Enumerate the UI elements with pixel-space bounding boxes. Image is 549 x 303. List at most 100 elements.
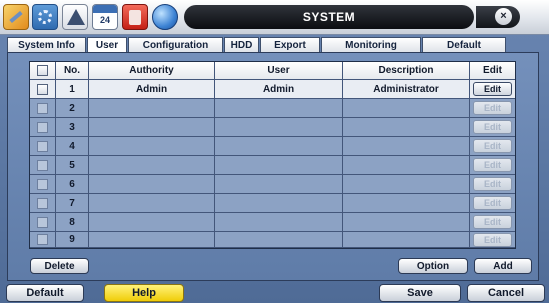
edit-button: Edit — [473, 101, 512, 115]
header-description: Description — [343, 62, 470, 80]
close-button[interactable]: × — [476, 6, 520, 28]
row-authority — [89, 232, 215, 248]
gear-icon[interactable] — [32, 4, 58, 30]
help-button[interactable]: Help — [104, 284, 184, 302]
row-checkbox[interactable] — [37, 140, 48, 152]
table-row[interactable]: 6 Edit — [30, 175, 515, 194]
row-authority — [89, 213, 215, 232]
table-row[interactable]: 3 Edit — [30, 118, 515, 137]
edit-button: Edit — [473, 139, 512, 153]
row-edit-cell: Edit — [470, 156, 515, 175]
row-edit-cell: Edit — [470, 213, 515, 232]
tools-icon[interactable] — [3, 4, 29, 30]
system-window: 24 SYSTEM × System Info User Configurati… — [0, 0, 549, 303]
top-toolbar: 24 SYSTEM × — [0, 0, 549, 35]
header-edit: Edit — [470, 62, 515, 80]
select-all-cell — [30, 62, 56, 80]
edit-button: Edit — [473, 120, 512, 134]
row-authority — [89, 118, 215, 137]
row-checkbox-cell — [30, 194, 56, 213]
row-edit-cell: Edit — [470, 137, 515, 156]
table-row[interactable]: 7 Edit — [30, 194, 515, 213]
tab-user[interactable]: User — [87, 37, 127, 52]
tab-configuration[interactable]: Configuration — [128, 37, 223, 52]
row-no: 7 — [56, 194, 89, 213]
edit-button: Edit — [473, 215, 512, 229]
tab-system-info[interactable]: System Info — [7, 37, 86, 52]
save-button[interactable]: Save — [379, 284, 461, 302]
row-user: Admin — [215, 80, 343, 99]
row-user — [215, 232, 343, 248]
row-checkbox[interactable] — [37, 83, 48, 95]
row-checkbox[interactable] — [37, 216, 48, 228]
default-button[interactable]: Default — [6, 284, 84, 302]
select-all-checkbox[interactable] — [37, 65, 48, 76]
row-user — [215, 175, 343, 194]
table-row[interactable]: 1 Admin Admin Administrator Edit — [30, 80, 515, 99]
row-edit-cell: Edit — [470, 80, 515, 99]
calendar-day: 24 — [99, 15, 110, 25]
row-user — [215, 99, 343, 118]
row-authority — [89, 175, 215, 194]
row-user — [215, 118, 343, 137]
table-header: No. Authority User Description Edit — [30, 62, 515, 80]
calendar-icon[interactable]: 24 — [92, 4, 118, 30]
delete-button[interactable]: Delete — [30, 258, 89, 274]
table-row[interactable]: 5 Edit — [30, 156, 515, 175]
tab-monitoring[interactable]: Monitoring — [321, 37, 421, 52]
row-checkbox-cell — [30, 175, 56, 194]
edit-button: Edit — [473, 158, 512, 172]
row-checkbox[interactable] — [37, 159, 48, 171]
edit-button: Edit — [473, 177, 512, 191]
table-row[interactable]: 4 Edit — [30, 137, 515, 156]
row-edit-cell: Edit — [470, 118, 515, 137]
row-no: 9 — [56, 232, 89, 248]
tab-hdd[interactable]: HDD — [224, 37, 259, 52]
row-checkbox[interactable] — [37, 197, 48, 209]
option-button[interactable]: Option — [398, 258, 468, 274]
row-description — [343, 194, 470, 213]
row-user — [215, 213, 343, 232]
row-description: Administrator — [343, 80, 470, 99]
row-authority — [89, 99, 215, 118]
header-authority: Authority — [89, 62, 215, 80]
row-checkbox[interactable] — [37, 234, 48, 245]
row-no: 1 — [56, 80, 89, 99]
row-no: 2 — [56, 99, 89, 118]
table-row[interactable]: 8 Edit — [30, 213, 515, 232]
table-row[interactable]: 2 Edit — [30, 99, 515, 118]
row-checkbox[interactable] — [37, 102, 48, 114]
row-authority: Admin — [89, 80, 215, 99]
alarm-icon[interactable] — [62, 4, 88, 30]
row-description — [343, 99, 470, 118]
record-icon[interactable] — [122, 4, 148, 30]
row-no: 3 — [56, 118, 89, 137]
row-checkbox-cell — [30, 80, 56, 99]
edit-button: Edit — [473, 232, 512, 247]
edit-button[interactable]: Edit — [473, 82, 512, 96]
table-row[interactable]: 9 Edit — [30, 232, 515, 248]
row-description — [343, 175, 470, 194]
row-edit-cell: Edit — [470, 99, 515, 118]
row-no: 4 — [56, 137, 89, 156]
network-icon[interactable] — [152, 4, 178, 30]
row-checkbox[interactable] — [37, 121, 48, 133]
row-authority — [89, 156, 215, 175]
row-no: 6 — [56, 175, 89, 194]
row-edit-cell: Edit — [470, 175, 515, 194]
row-user — [215, 137, 343, 156]
add-button[interactable]: Add — [474, 258, 532, 274]
tab-default[interactable]: Default — [422, 37, 506, 52]
row-no: 5 — [56, 156, 89, 175]
close-icon: × — [495, 8, 512, 25]
cancel-button[interactable]: Cancel — [467, 284, 545, 302]
row-checkbox[interactable] — [37, 178, 48, 190]
row-description — [343, 137, 470, 156]
row-checkbox-cell — [30, 156, 56, 175]
user-table: No. Authority User Description Edit 1 Ad… — [29, 61, 516, 249]
row-no: 8 — [56, 213, 89, 232]
row-description — [343, 213, 470, 232]
header-no: No. — [56, 62, 89, 80]
tab-export[interactable]: Export — [260, 37, 320, 52]
row-edit-cell: Edit — [470, 194, 515, 213]
